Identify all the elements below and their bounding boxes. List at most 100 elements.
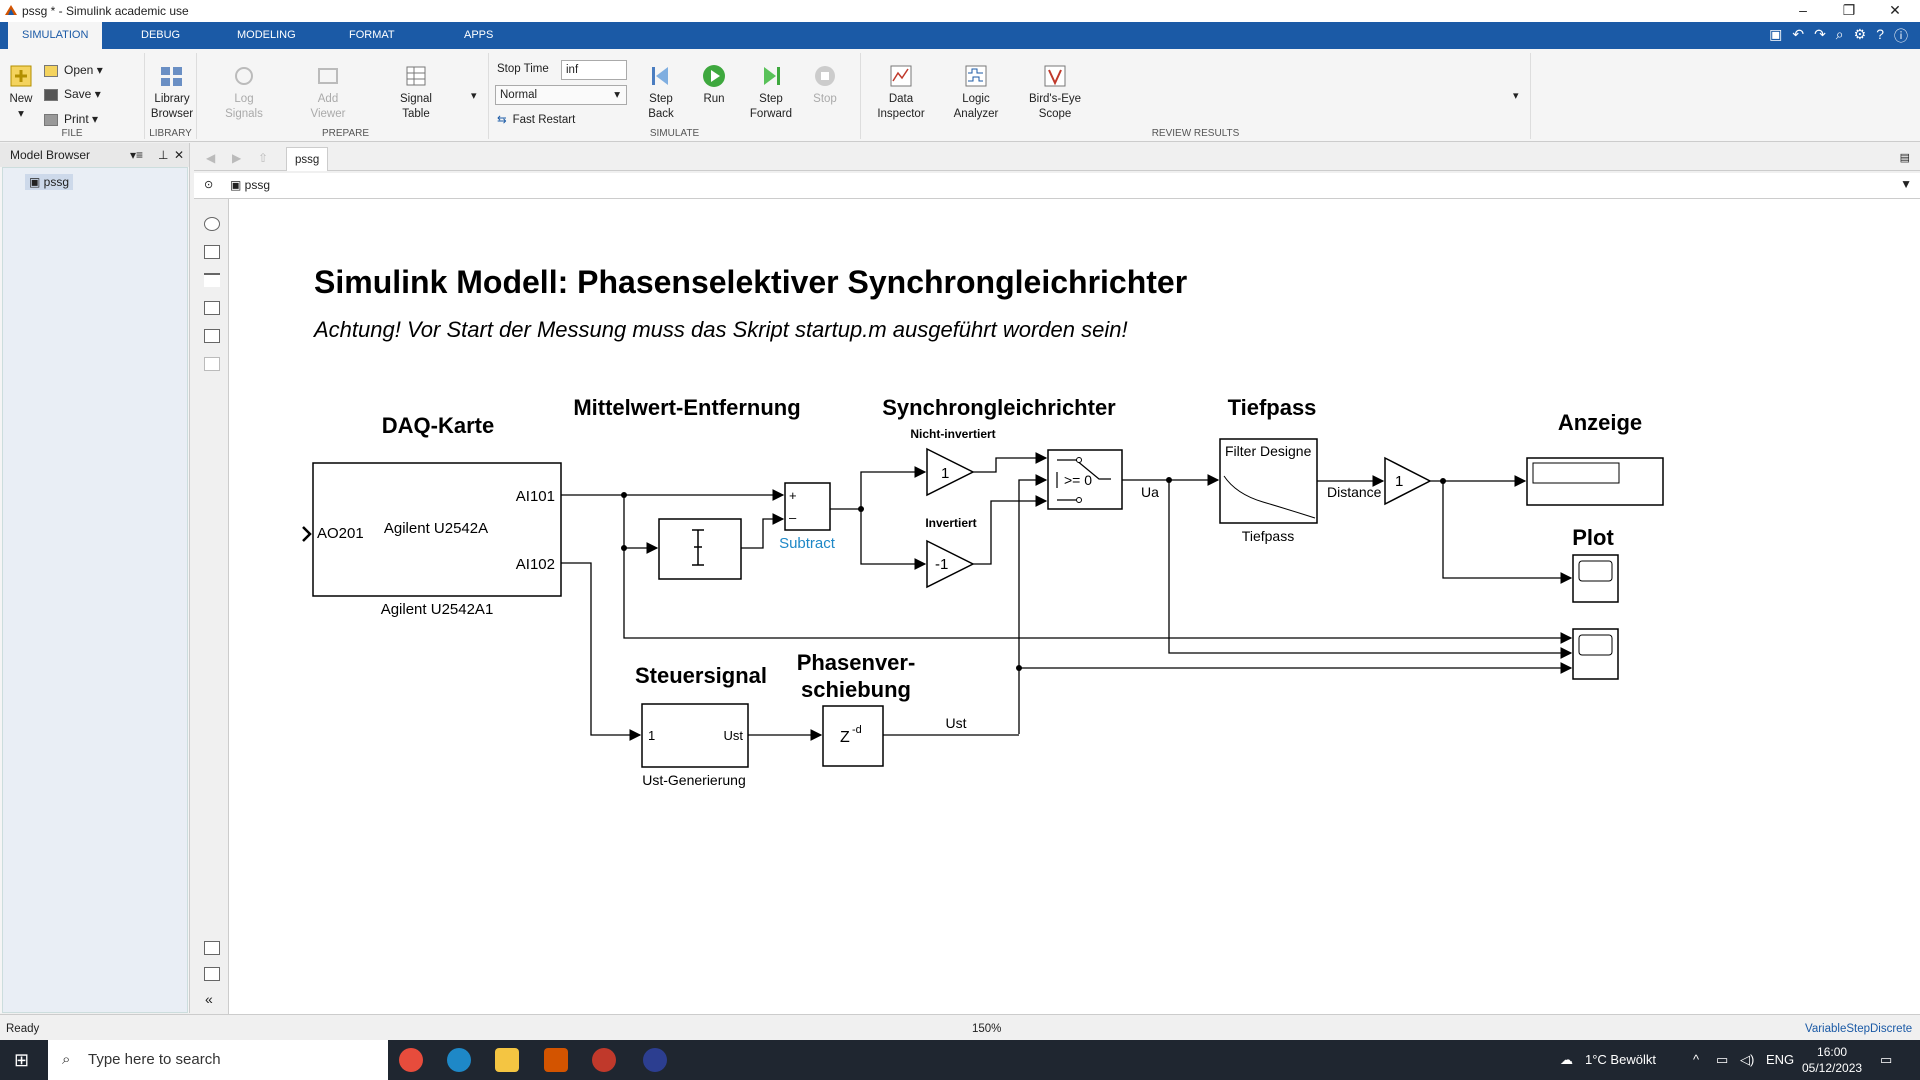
step-forward-button[interactable]: Step Forward (745, 63, 797, 122)
tab-debug[interactable]: DEBUG (127, 22, 194, 49)
delay-block[interactable]: Z -d (822, 705, 884, 767)
switch-block[interactable]: >= 0 (1047, 449, 1123, 510)
clock[interactable]: 16:00 05/12/2023 (1802, 1044, 1862, 1076)
data-inspector-button[interactable]: Data Inspector (871, 63, 931, 122)
up-icon[interactable]: ⇧ (258, 151, 268, 165)
subtract-block[interactable]: + – Subtract (779, 482, 836, 552)
help-icon[interactable]: ? (1876, 26, 1884, 46)
app-icon[interactable] (643, 1048, 667, 1072)
network-icon[interactable]: ▭ (1716, 1040, 1728, 1080)
logic-analyzer-button[interactable]: Logic Analyzer (951, 63, 1001, 122)
hide-breadcrumb-icon[interactable]: ⊙ (204, 178, 213, 191)
task-view-icon[interactable]: ⧉ (350, 1050, 361, 1068)
annotation-icon[interactable] (204, 301, 220, 315)
redo-icon[interactable]: ↷ (1814, 26, 1826, 46)
property-inspector-icon[interactable] (204, 967, 220, 981)
fast-restart-toggle[interactable]: ⇆ Fast Restart (497, 111, 575, 129)
scope-signals-block[interactable] (1572, 628, 1619, 680)
model-tab[interactable]: pssg (286, 147, 329, 171)
collapse-palette-icon[interactable]: « (205, 991, 213, 1007)
breadcrumb-dropdown-icon[interactable]: ▼ (1900, 177, 1912, 191)
model-browser-title: Model Browser (10, 148, 91, 162)
area-icon[interactable] (204, 357, 220, 371)
library-browser-button[interactable]: Library Browser (149, 63, 195, 122)
open-button[interactable]: Open ▾ (44, 61, 103, 79)
prepare-expand-icon[interactable]: ▾ (471, 89, 477, 102)
birds-eye-scope-button[interactable]: Bird's-Eye Scope (1027, 63, 1083, 122)
community-icon[interactable]: ⚙ (1854, 26, 1867, 46)
windows-taskbar: ⊞ ⌕ Type here to search ⧉ ☁ 1°C Bewölkt … (0, 1040, 1920, 1080)
mean-removal-block[interactable] (658, 518, 742, 580)
zoom-icon[interactable] (204, 217, 220, 231)
save-icon[interactable]: ▣ (1769, 26, 1782, 46)
save-button[interactable]: Save ▾ (44, 85, 101, 103)
stop-button[interactable]: Stop (807, 63, 843, 107)
search-icon[interactable]: ⌕ (1836, 26, 1844, 46)
section-phasen-line2: schiebung (801, 677, 911, 702)
tray-chevron-icon[interactable]: ^ (1693, 1040, 1699, 1080)
signal-table-button[interactable]: Signal Table (389, 63, 443, 122)
tab-apps[interactable]: APPS (450, 22, 507, 49)
section-daq: DAQ-Karte (382, 413, 494, 438)
close-panel-icon[interactable]: ✕ (174, 143, 184, 167)
filter-block[interactable]: Filter Designe Tiefpass (1219, 438, 1318, 544)
switch-threshold: >= 0 (1064, 472, 1092, 488)
logic-analyzer-label: Logic Analyzer (953, 93, 999, 120)
pin-icon[interactable]: ⊥ (158, 143, 168, 167)
print-button[interactable]: Print ▾ (44, 110, 98, 128)
run-button[interactable]: Run (694, 63, 734, 107)
browser-menu-icon[interactable]: ▾≡ (130, 143, 143, 167)
display-block[interactable] (1526, 457, 1664, 506)
model-canvas[interactable]: Simulink Modell: Phasenselektiver Synchr… (228, 199, 1920, 1014)
library-icon (161, 67, 182, 86)
scope-plot-block[interactable] (1572, 554, 1619, 603)
file-explorer-icon[interactable] (495, 1048, 519, 1072)
undo-icon[interactable]: ↶ (1792, 26, 1804, 46)
minimize-button[interactable]: – (1780, 0, 1826, 22)
language-indicator[interactable]: ENG (1766, 1040, 1794, 1080)
tree-item-pssg[interactable]: ▣ pssg (25, 174, 74, 190)
file-group-label: FILE (61, 128, 83, 139)
breadcrumb-path[interactable]: ▣ pssg (230, 178, 270, 192)
simulation-mode-select[interactable]: Normal ▾ (495, 85, 627, 105)
gain-output-block[interactable]: 1 (1384, 456, 1432, 506)
add-viewer-button[interactable]: Add Viewer (301, 63, 355, 122)
stop-time-input[interactable]: inf (561, 60, 627, 80)
matlab-icon[interactable] (544, 1048, 568, 1072)
tab-format[interactable]: FORMAT (335, 22, 409, 49)
daq-block-label: Agilent U2542A1 (381, 601, 494, 618)
arrow-direction-icon[interactable] (204, 273, 220, 287)
tab-modeling[interactable]: MODELING (223, 22, 310, 49)
close-button[interactable]: ✕ (1872, 0, 1918, 22)
ust-generation-block[interactable]: 1 Ust Ust-Generierung (641, 703, 749, 788)
gain-inverted-block[interactable]: -1 (926, 539, 975, 589)
hide-explorer-icon[interactable]: ▤ (1900, 151, 1910, 164)
screenshot-icon[interactable] (204, 941, 220, 955)
volume-icon[interactable]: ◁) (1740, 1040, 1754, 1080)
image-icon[interactable] (204, 329, 220, 343)
snipping-tool-icon[interactable] (592, 1048, 616, 1072)
signal-table-label: Signal Table (400, 93, 432, 120)
gain-noninverted-block[interactable]: 1 (926, 447, 975, 497)
taskbar-search[interactable]: ⌕ Type here to search (48, 1040, 388, 1080)
solver-link[interactable]: VariableStepDiscrete (1805, 1023, 1912, 1035)
step-back-button[interactable]: Step Back (639, 63, 683, 122)
back-icon[interactable]: ◀ (206, 151, 215, 165)
chrome-icon[interactable] (399, 1048, 423, 1072)
new-button[interactable]: New ▾ (6, 63, 36, 122)
step-forward-icon (764, 67, 780, 85)
info-icon[interactable]: ⓘ (1894, 26, 1908, 46)
fit-to-view-icon[interactable] (204, 245, 220, 259)
log-signals-button[interactable]: Log Signals (217, 63, 271, 122)
explorer-bar: ◀ ▶ ⇧ pssg ▤ (194, 147, 1920, 171)
notifications-icon[interactable]: ▭ (1880, 1040, 1892, 1080)
chevron-down-icon: ▾ (614, 89, 620, 101)
tab-simulation[interactable]: SIMULATION (8, 22, 103, 49)
review-expand-icon[interactable]: ▾ (1513, 89, 1519, 102)
weather-text[interactable]: 1°C Bewölkt (1585, 1040, 1656, 1080)
restore-button[interactable]: ❐ (1826, 0, 1872, 22)
edge-icon[interactable] (447, 1048, 471, 1072)
forward-icon[interactable]: ▶ (232, 151, 241, 165)
daq-block[interactable]: AO201 Agilent U2542A AI101 AI102 Agilent… (302, 462, 562, 618)
windows-start-icon[interactable]: ⊞ (14, 1050, 29, 1071)
